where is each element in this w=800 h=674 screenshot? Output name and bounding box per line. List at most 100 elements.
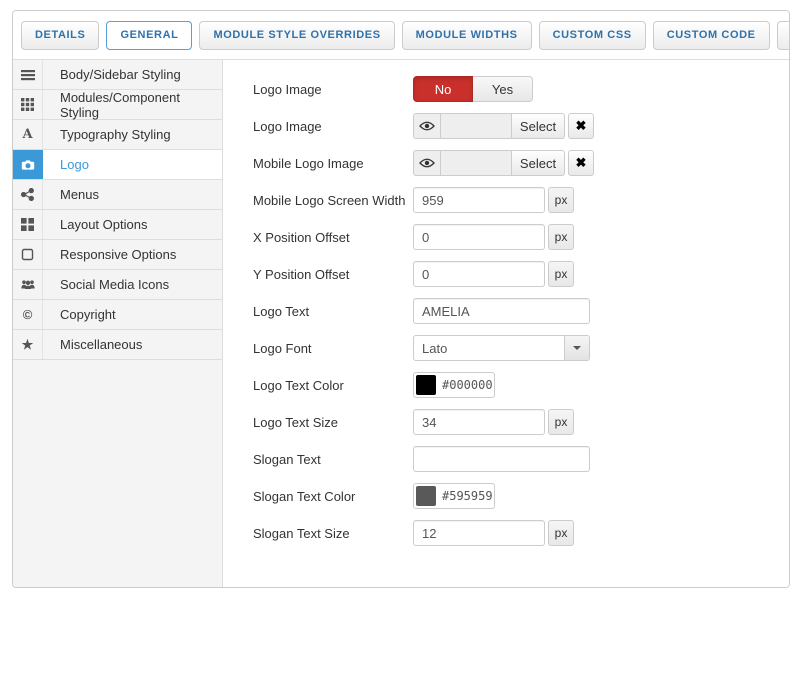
tab-general[interactable]: GENERAL (106, 21, 192, 50)
slogan-text-size-input[interactable] (413, 520, 545, 546)
field-x-position-offset: X Position Offset px (253, 224, 789, 250)
color-hex-value: #000000 (442, 378, 493, 392)
field-label: Logo Text Size (253, 415, 413, 430)
eye-icon (419, 157, 435, 169)
field-y-position-offset: Y Position Offset px (253, 261, 789, 287)
px-unit-addon: px (548, 409, 574, 435)
settings-body: Body/Sidebar Styling Modules/Component S… (13, 59, 789, 588)
px-unit-addon: px (548, 187, 574, 213)
slogan-text-color-picker[interactable]: #595959 (413, 483, 495, 509)
y-position-offset-input[interactable] (413, 261, 545, 287)
toggle-no-button[interactable]: No (413, 76, 473, 102)
star-icon: ★ (13, 330, 43, 359)
logo-text-color-picker[interactable]: #000000 (413, 372, 495, 398)
settings-form: Logo Image No Yes Logo Image Select ✖ (223, 60, 789, 588)
tab-module-widths[interactable]: MODULE WIDTHS (402, 21, 532, 50)
sidebar-item-social-media-icons[interactable]: Social Media Icons (13, 270, 222, 300)
sidebar-item-body-sidebar-styling[interactable]: Body/Sidebar Styling (13, 60, 222, 90)
field-label: Y Position Offset (253, 267, 413, 282)
logo-image-path-input[interactable] (441, 113, 511, 139)
sidebar-item-label: Body/Sidebar Styling (43, 60, 222, 89)
color-hex-value: #595959 (442, 489, 493, 503)
sidebar-item-label: Copyright (43, 300, 222, 329)
sidebar-item-label: Logo (43, 150, 222, 179)
mobile-logo-media-group: Select (413, 150, 565, 176)
sidebar-item-responsive-options[interactable]: Responsive Options (13, 240, 222, 270)
sidebar-item-label: Layout Options (43, 210, 222, 239)
sidebar-item-modules-component-styling[interactable]: Modules/Component Styling (13, 90, 222, 120)
field-label: Logo Text (253, 304, 413, 319)
select-image-button[interactable]: Select (511, 113, 565, 139)
sidebar-item-menus[interactable]: Menus (13, 180, 222, 210)
px-unit-addon: px (548, 261, 574, 287)
logo-font-select[interactable]: Lato (413, 335, 590, 361)
tab-custom-code[interactable]: CUSTOM CODE (653, 21, 770, 50)
sidebar-item-label: Miscellaneous (43, 330, 222, 359)
tab-bar: DETAILS GENERAL MODULE STYLE OVERRIDES M… (13, 11, 789, 59)
field-label: Logo Font (253, 341, 413, 356)
toggle-yes-button[interactable]: Yes (473, 76, 533, 102)
mobile-logo-path-input[interactable] (441, 150, 511, 176)
logo-image-toggle: No Yes (413, 76, 533, 102)
field-label: Logo Image (253, 119, 413, 134)
tab-custom-css[interactable]: CUSTOM CSS (539, 21, 646, 50)
preview-eye-button[interactable] (413, 150, 441, 176)
mobile-logo-screen-width-input[interactable] (413, 187, 545, 213)
bars-icon (13, 60, 43, 89)
field-mobile-logo-image-media: Mobile Logo Image Select ✖ (253, 150, 789, 176)
layout-blocks-icon (13, 210, 43, 239)
logo-text-input[interactable] (413, 298, 590, 324)
logo-font-selected-value: Lato (414, 336, 564, 360)
field-logo-text: Logo Text (253, 298, 789, 324)
theme-settings-panel: DETAILS GENERAL MODULE STYLE OVERRIDES M… (12, 10, 790, 588)
field-logo-image-media: Logo Image Select ✖ (253, 113, 789, 139)
field-label: X Position Offset (253, 230, 413, 245)
field-logo-text-color: Logo Text Color #000000 (253, 372, 789, 398)
field-label: Slogan Text Size (253, 526, 413, 541)
field-slogan-text: Slogan Text (253, 446, 789, 472)
sidebar-item-typography-styling[interactable]: A Typography Styling (13, 120, 222, 150)
field-mobile-logo-screen-width: Mobile Logo Screen Width px (253, 187, 789, 213)
x-icon: ✖ (576, 118, 587, 134)
x-icon: ✖ (576, 155, 587, 171)
sidebar-item-layout-options[interactable]: Layout Options (13, 210, 222, 240)
sidebar-item-label: Social Media Icons (43, 270, 222, 299)
clear-image-button[interactable]: ✖ (568, 113, 594, 139)
field-label: Mobile Logo Image (253, 156, 413, 171)
slogan-text-input[interactable] (413, 446, 590, 472)
field-label: Logo Text Color (253, 378, 413, 393)
share-icon (13, 180, 43, 209)
select-image-button[interactable]: Select (511, 150, 565, 176)
tab-module-style-overrides[interactable]: MODULE STYLE OVERRIDES (199, 21, 394, 50)
sidebar-item-label: Modules/Component Styling (43, 90, 222, 119)
clear-image-button[interactable]: ✖ (568, 150, 594, 176)
caret-down-icon (573, 346, 581, 350)
sidebar: Body/Sidebar Styling Modules/Component S… (13, 60, 223, 588)
field-label: Mobile Logo Screen Width (253, 193, 413, 208)
px-unit-addon: px (548, 224, 574, 250)
logo-text-size-input[interactable] (413, 409, 545, 435)
camera-icon (13, 150, 43, 179)
field-slogan-text-size: Slogan Text Size px (253, 520, 789, 546)
font-icon: A (13, 120, 43, 149)
field-logo-font: Logo Font Lato (253, 335, 789, 361)
logo-image-media-group: Select (413, 113, 565, 139)
sidebar-item-copyright[interactable]: © Copyright (13, 300, 222, 330)
preview-eye-button[interactable] (413, 113, 441, 139)
dropdown-toggle-button[interactable] (564, 336, 589, 360)
eye-icon (419, 120, 435, 132)
grid-icon (13, 90, 43, 119)
x-position-offset-input[interactable] (413, 224, 545, 250)
field-label: Slogan Text (253, 452, 413, 467)
sidebar-item-label: Menus (43, 180, 222, 209)
field-label: Slogan Text Color (253, 489, 413, 504)
square-outline-icon (13, 240, 43, 269)
sidebar-item-logo[interactable]: Logo (13, 150, 222, 180)
tab-menu-assignment[interactable]: MENU ASSIGNMENT (777, 21, 790, 50)
field-slogan-text-color: Slogan Text Color #595959 (253, 483, 789, 509)
field-logo-text-size: Logo Text Size px (253, 409, 789, 435)
copyright-icon: © (13, 300, 43, 329)
users-icon (13, 270, 43, 299)
sidebar-item-miscellaneous[interactable]: ★ Miscellaneous (13, 330, 222, 360)
tab-details[interactable]: DETAILS (21, 21, 99, 50)
